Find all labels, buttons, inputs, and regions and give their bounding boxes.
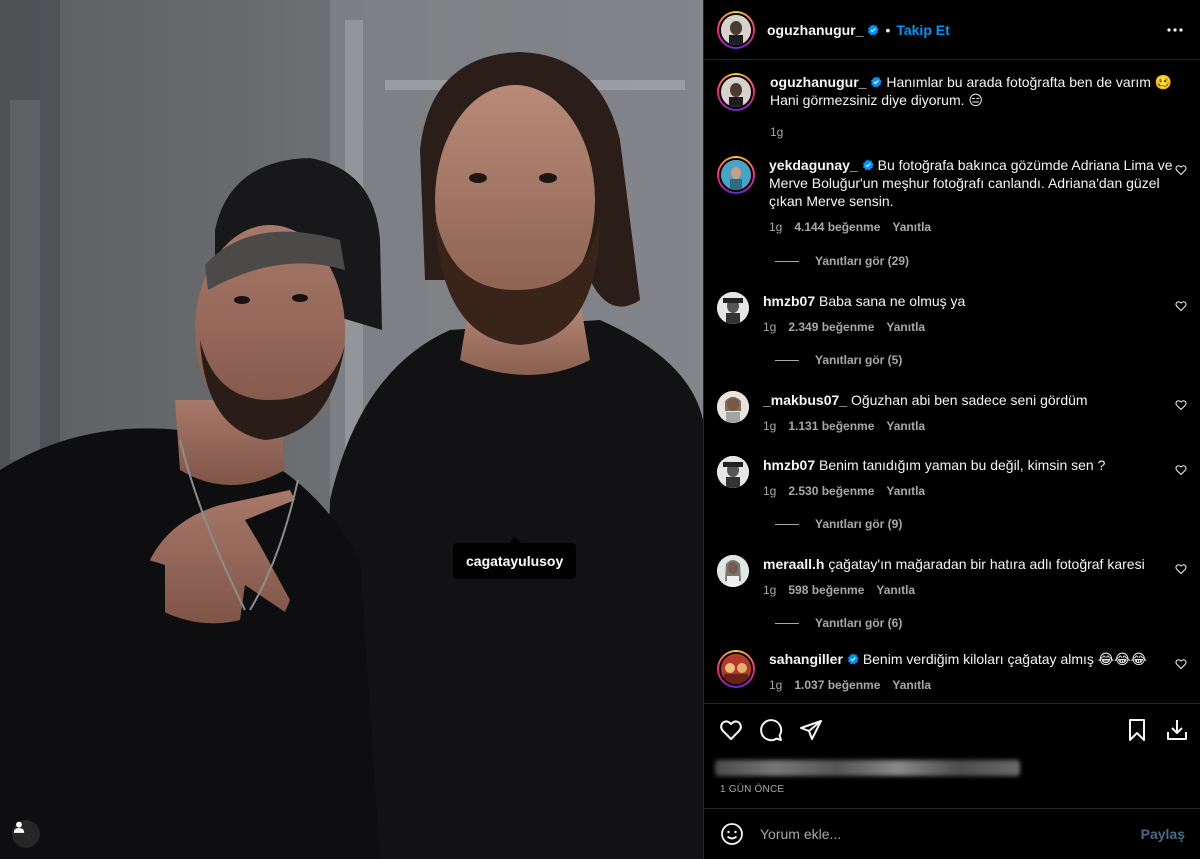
comment-item: meraall.h çağatay'ın mağaradan bir hatır… (717, 555, 1187, 599)
verified-badge-icon (871, 76, 883, 88)
like-comment-heart-icon[interactable] (1175, 164, 1187, 176)
view-replies-label: Yanıtları gör (6) (815, 616, 903, 630)
follow-button[interactable]: Takip Et (896, 22, 949, 38)
save-icon[interactable] (1125, 718, 1149, 742)
commenter-avatar[interactable] (717, 391, 749, 423)
post-side-panel: oguzhanugur_ • Takip Et oguzhanugur_ Han… (703, 0, 1200, 859)
verified-badge-icon (862, 159, 874, 171)
commenter-username[interactable]: _makbus07_ (763, 392, 847, 408)
post-photo[interactable]: cagatayulusoy (0, 0, 703, 859)
comment-text: Benim verdiğim kiloları çağatay almış 😂😂… (862, 651, 1147, 667)
comment-likes[interactable]: 1.131 beğenme (788, 417, 874, 435)
like-comment-heart-icon[interactable] (1175, 399, 1187, 411)
header-dot-separator: • (885, 21, 891, 38)
likes-count-blurred (715, 760, 1020, 776)
comment-likes[interactable]: 598 beğenme (788, 581, 864, 599)
post-comment-button[interactable]: Paylaş (1141, 826, 1185, 842)
photo-illustration (0, 0, 703, 859)
reply-button[interactable]: Yanıtla (876, 581, 915, 599)
comment-compose-bar: Paylaş (704, 808, 1200, 859)
more-options-icon[interactable] (1163, 18, 1187, 42)
post-header: oguzhanugur_ • Takip Et (704, 0, 1200, 60)
commenter-username[interactable]: hmzb07 (763, 457, 815, 473)
commenter-username[interactable]: yekdagunay_ (769, 157, 858, 173)
post-time-ago: 1 GÜN ÖNCE (720, 784, 785, 795)
comment-time: 1g (769, 678, 783, 692)
comment-time: 1g (763, 320, 777, 334)
comment-text: Baba sana ne olmuş ya (819, 293, 966, 309)
comment-text: çağatay'ın mağaradan bir hatıra adlı fot… (828, 556, 1145, 572)
comment-likes[interactable]: 1.037 beğenme (794, 676, 880, 694)
comment-likes[interactable]: 2.349 beğenme (788, 318, 874, 336)
caption-avatar[interactable] (717, 73, 755, 111)
like-comment-heart-icon[interactable] (1175, 464, 1187, 476)
commenter-avatar[interactable] (717, 156, 755, 194)
comment-item: sahangiller Benim verdiğim kiloları çağa… (717, 650, 1187, 694)
comment-item: hmzb07 Benim tanıdığım yaman bu değil, k… (717, 456, 1187, 500)
download-icon[interactable] (1165, 718, 1189, 742)
view-replies-button[interactable]: Yanıtları gör (9) (775, 517, 902, 531)
user-tag-icon[interactable] (12, 820, 40, 848)
like-comment-heart-icon[interactable] (1175, 300, 1187, 312)
post-caption: oguzhanugur_ Hanımlar bu arada fotoğraft… (717, 73, 1187, 141)
author-username[interactable]: oguzhanugur_ (767, 22, 863, 38)
heart-icon[interactable] (719, 718, 743, 742)
comment-item: _makbus07_ Oğuzhan abi ben sadece seni g… (717, 391, 1187, 435)
view-replies-button[interactable]: Yanıtları gör (6) (775, 616, 902, 630)
comment-item: yekdagunay_ Bu fotoğrafa bakınca gözümde… (717, 156, 1187, 236)
like-comment-heart-icon[interactable] (1175, 563, 1187, 575)
comment-time: 1g (763, 419, 777, 433)
comment-time: 1g (763, 583, 777, 597)
view-replies-label: Yanıtları gör (29) (815, 254, 910, 268)
comments-list[interactable]: oguzhanugur_ Hanımlar bu arada fotoğraft… (704, 61, 1200, 703)
commenter-avatar[interactable] (717, 456, 749, 488)
comment-time: 1g (763, 484, 777, 498)
user-tag-label[interactable]: cagatayulusoy (453, 537, 577, 579)
comment-text: Benim tanıdığım yaman bu değil, kimsin s… (819, 457, 1106, 473)
author-avatar[interactable] (717, 10, 755, 49)
reply-button[interactable]: Yanıtla (892, 676, 931, 694)
comment-likes[interactable]: 2.530 beğenme (788, 482, 874, 500)
comment-icon[interactable] (759, 718, 783, 742)
comment-time: 1g (769, 220, 783, 234)
commenter-username[interactable]: hmzb07 (763, 293, 815, 309)
commenter-avatar[interactable] (717, 292, 749, 324)
commenter-username[interactable]: meraall.h (763, 556, 824, 572)
like-comment-heart-icon[interactable] (1175, 658, 1187, 670)
view-replies-label: Yanıtları gör (9) (815, 517, 903, 531)
commenter-avatar[interactable] (717, 555, 749, 587)
commenter-username[interactable]: sahangiller (769, 651, 843, 667)
caption-username[interactable]: oguzhanugur_ (770, 74, 866, 90)
reply-button[interactable]: Yanıtla (892, 218, 931, 236)
reply-button[interactable]: Yanıtla (886, 318, 925, 336)
view-replies-label: Yanıtları gör (5) (815, 353, 903, 367)
caption-time: 1g (770, 125, 784, 139)
post-action-bar (704, 703, 1200, 755)
comment-text: Oğuzhan abi ben sadece seni gördüm (850, 392, 1088, 408)
comment-input[interactable] (760, 826, 1141, 842)
comment-item: hmzb07 Baba sana ne olmuş ya 1g 2.349 beğ… (717, 292, 1187, 336)
view-replies-button[interactable]: Yanıtları gör (5) (775, 353, 902, 367)
emoji-icon[interactable] (720, 822, 744, 846)
verified-badge-icon (847, 653, 859, 665)
reply-button[interactable]: Yanıtla (886, 417, 925, 435)
reply-button[interactable]: Yanıtla (886, 482, 925, 500)
view-replies-button[interactable]: Yanıtları gör (29) (775, 254, 909, 268)
commenter-avatar[interactable] (717, 650, 755, 688)
verified-badge-icon (868, 23, 880, 35)
comment-likes[interactable]: 4.144 beğenme (794, 218, 880, 236)
share-icon[interactable] (799, 718, 823, 742)
